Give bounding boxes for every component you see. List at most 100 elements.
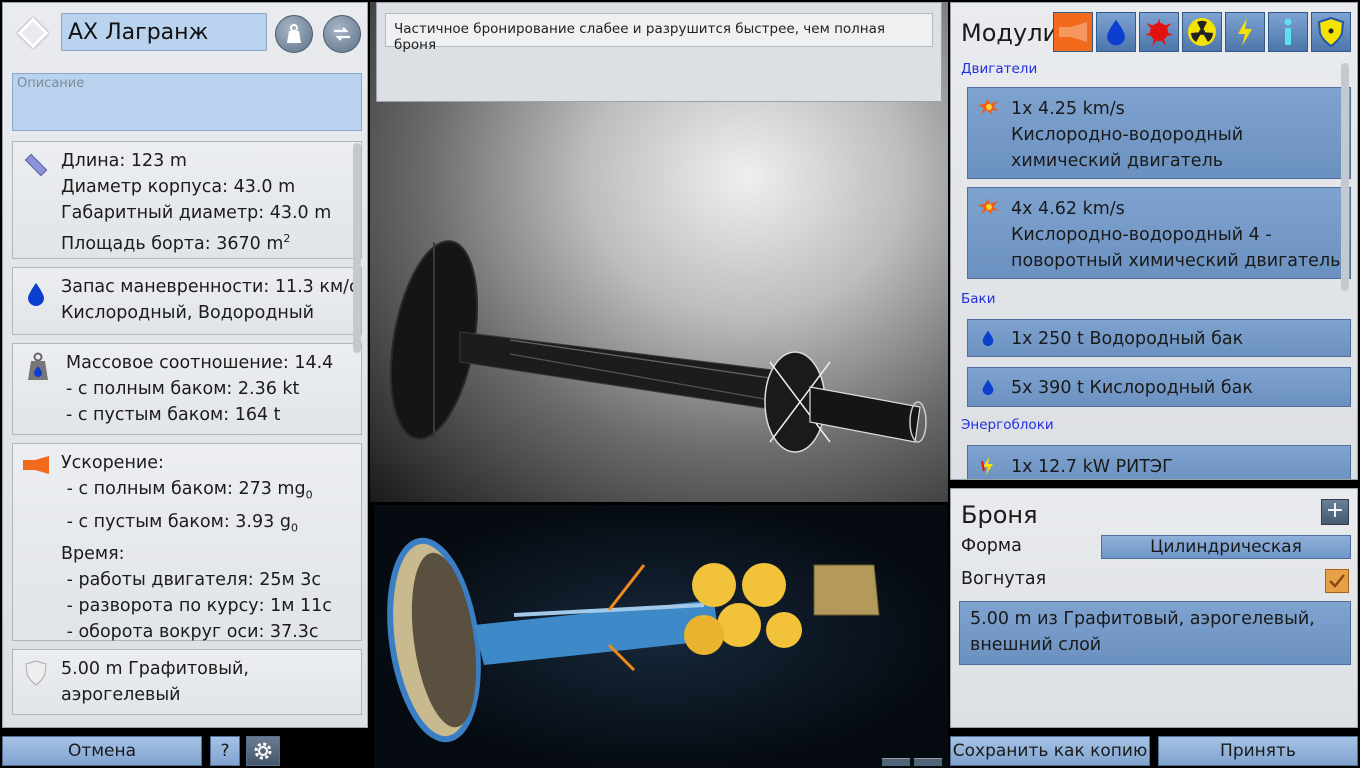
engine2-line1: 4x 4.62 km/s: [1011, 199, 1125, 219]
thruster-icon: [23, 456, 49, 474]
stats-scrollbar[interactable]: [353, 143, 361, 353]
accept-button[interactable]: Принять: [1158, 736, 1358, 766]
tank-module-item[interactable]: 5x 390 t Кислородный бак: [967, 367, 1351, 407]
add-armor-layer-button[interactable]: +: [1321, 499, 1349, 525]
cancel-label: Отмена: [67, 741, 137, 761]
engine2-line2: Кислородно-водородный 4 -: [1011, 225, 1272, 245]
fuel-drop-icon: [28, 283, 44, 306]
overall-diameter-text: Габаритный диаметр: 43.0 m: [61, 203, 332, 223]
gear-icon: [254, 742, 272, 760]
engines-section-header[interactable]: Двигатели: [961, 61, 1037, 77]
help-label: ?: [220, 741, 230, 761]
armor-title: Броня: [961, 501, 1038, 529]
fuel-drop-icon: [1107, 19, 1125, 46]
tanks-section-header[interactable]: Баки: [961, 291, 995, 307]
engine2-line3: поворотный химический двигатель: [1011, 251, 1341, 271]
mass-full-text: - с полным баком: 2.36 kt: [66, 379, 300, 399]
engine-module-item[interactable]: 1x 4.25 km/s Кислородно-водородный химич…: [967, 87, 1351, 179]
filter-armor-button[interactable]: [1311, 12, 1351, 52]
compare-button[interactable]: [323, 15, 361, 53]
modules-title: Модули: [961, 19, 1059, 47]
cancel-button[interactable]: Отмена: [2, 736, 202, 766]
help-button[interactable]: ?: [210, 736, 240, 766]
accel-full-text: - с полным баком: 273 mg0: [66, 479, 313, 502]
info-icon: [1284, 18, 1292, 45]
spin-time-text: - оборота вокруг оси: 37.3с: [66, 622, 319, 642]
engine1-line3: химический двигатель: [1011, 151, 1224, 171]
acceleration-stats: Ускорение: - с полным баком: 273 mg0 - с…: [12, 443, 362, 642]
ship-space-render: [387, 537, 880, 743]
thruster-icon: [1059, 22, 1087, 42]
view-zoom-controls: [882, 758, 942, 766]
ship-class-diamond-button[interactable]: [17, 17, 49, 49]
shape-label: Форма: [961, 536, 1022, 556]
fuel-drop-icon: [982, 330, 994, 346]
radiation-icon: [1188, 18, 1216, 46]
engine1-line2: Кислородно-водородный: [1011, 125, 1244, 145]
plus-icon: +: [1325, 498, 1345, 523]
concave-checkbox[interactable]: [1325, 569, 1349, 593]
description-placeholder: Описание: [17, 76, 85, 91]
armor-panel: Броня + Форма Цилиндрическая Вогнутая 5.…: [950, 488, 1358, 728]
tank2-label: 5x 390 t Кислородный бак: [1011, 378, 1253, 398]
settings-button[interactable]: [246, 736, 280, 766]
accel-empty-text: - с пустым баком: 3.93 g0: [66, 511, 298, 535]
time-header: Время:: [61, 544, 125, 564]
armor-stats: 5.00 m Графитовый, аэрогелевый: [12, 649, 362, 715]
armor-shape-select[interactable]: Цилиндрическая: [1101, 535, 1351, 559]
modules-panel: Модули Двигатели 1x 4.25 km/s Кислородно…: [950, 2, 1358, 480]
shield-icon: [25, 660, 47, 686]
armor-layer-line2: внешний слой: [970, 635, 1102, 655]
mass-empty-text: - с пустым баком: 164 t: [66, 405, 281, 425]
rtg-icon: [981, 457, 993, 475]
radiation-shield-icon: [1318, 17, 1344, 47]
power1-label: 1x 12.7 kW РИТЭГ: [1011, 457, 1173, 477]
filter-engines-button[interactable]: [1053, 12, 1093, 52]
armor-line1: 5.00 m Графитовый,: [61, 659, 249, 679]
power-module-item[interactable]: 1x 12.7 kW РИТЭГ: [967, 445, 1351, 479]
power-section-header[interactable]: Энергоблоки: [961, 417, 1054, 433]
propellant-text: Кислородный, Водородный: [61, 303, 315, 323]
turn-time-text: - разворота по курсу: 1м 11с: [66, 596, 332, 616]
engine-module-item[interactable]: 4x 4.62 km/s Кислородно-водородный 4 - п…: [967, 187, 1351, 279]
armor-line2: аэрогелевый: [61, 685, 181, 705]
armor-layer-line1: 5.00 m из Графитовый, аэрогелевый,: [970, 609, 1315, 629]
filter-reactors-button[interactable]: [1139, 12, 1179, 52]
explosion-icon: [1145, 18, 1173, 46]
weight-button[interactable]: [275, 15, 313, 53]
burn-time-text: - работы двигателя: 25м 3с: [66, 570, 321, 590]
ship-space-preview[interactable]: [374, 505, 948, 768]
ship-name-input[interactable]: [61, 13, 267, 51]
save-as-copy-label: Сохранить как копию: [952, 741, 1148, 761]
deltav-text: Запас маневренности: 11.3 км/с: [61, 277, 359, 297]
lightning-icon: [1238, 18, 1252, 46]
filter-power-button[interactable]: [1225, 12, 1265, 52]
accel-header: Ускорение:: [61, 453, 164, 473]
length-text: Длина: 123 m: [61, 151, 187, 171]
zoom-out-button[interactable]: [914, 758, 942, 766]
description-field[interactable]: Описание: [12, 73, 362, 131]
accept-label: Принять: [1220, 741, 1296, 761]
concave-label: Вогнутая: [961, 569, 1047, 589]
filter-tanks-button[interactable]: [1096, 12, 1136, 52]
weight-icon: [287, 24, 301, 43]
tank1-label: 1x 250 t Водородный бак: [1011, 329, 1244, 349]
engine-burst-icon: [978, 99, 999, 115]
ship-3d-view[interactable]: Частичное бронирование слабее и разрушит…: [370, 2, 948, 502]
filter-nuclear-button[interactable]: [1182, 12, 1222, 52]
diamond-icon: [17, 17, 49, 49]
swap-arrows-icon: [334, 27, 350, 41]
ship-stats-panel: Описание Длина: 123 m Диаметр корпуса: 4…: [2, 2, 368, 728]
tank-module-item[interactable]: 1x 250 t Водородный бак: [967, 319, 1351, 357]
mass-stats: Массовое соотношение: 14.4 - с полным ба…: [12, 343, 362, 435]
hull-diameter-text: Диаметр корпуса: 43.0 m: [61, 177, 296, 197]
filter-info-button[interactable]: [1268, 12, 1308, 52]
mass-weight-icon: [28, 352, 48, 380]
armor-layer-item[interactable]: 5.00 m из Графитовый, аэрогелевый, внешн…: [959, 601, 1351, 665]
module-filter-bar: [1053, 12, 1351, 52]
side-area-text: Площадь борта: 3670 m2: [61, 232, 291, 254]
deltav-stats: Запас маневренности: 11.3 км/с Кислородн…: [12, 267, 362, 335]
zoom-in-button[interactable]: [882, 758, 910, 766]
modules-scrollbar[interactable]: [1341, 63, 1349, 291]
save-as-copy-button[interactable]: Сохранить как копию: [950, 736, 1150, 766]
